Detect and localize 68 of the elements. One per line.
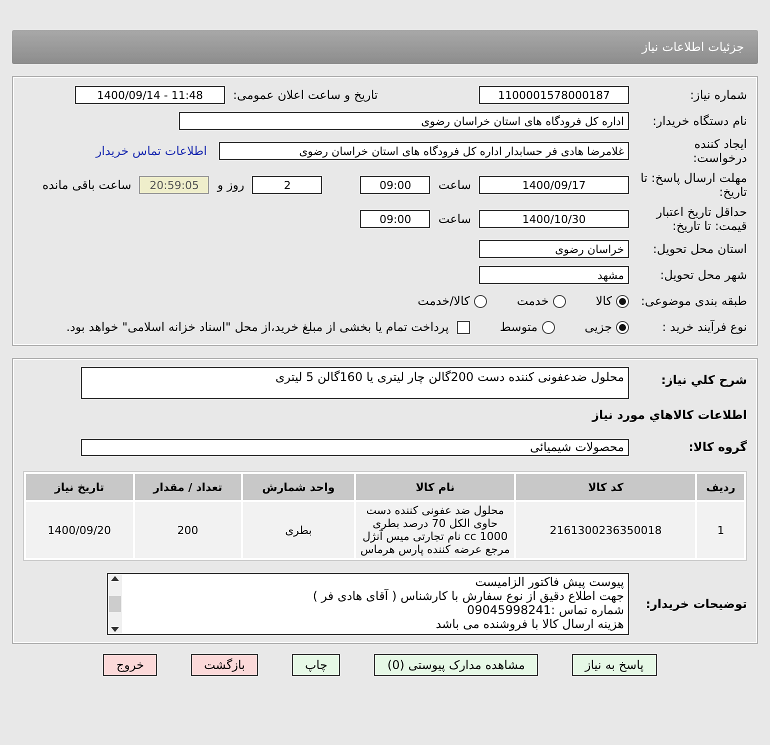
field-label: روز و bbox=[217, 178, 244, 192]
page-title-bar: جزئیات اطلاعات نیاز bbox=[12, 30, 758, 64]
action-button[interactable]: بازگشت bbox=[191, 654, 258, 676]
notes-line: شماره تماس :09045998241 bbox=[466, 603, 624, 617]
field-label: شرح کلي نیاز: bbox=[660, 373, 747, 387]
field-label: ایجاد کننده درخواست: bbox=[692, 137, 747, 165]
radio-button[interactable] bbox=[474, 294, 487, 308]
field-label: طبقه بندی موضوعی: bbox=[640, 294, 747, 308]
radio-label: جزیی bbox=[584, 320, 612, 334]
summary-field: محلول ضدعفونی کننده دست 200گالن چار لیتری یا 160گالن 5 لیتری bbox=[81, 367, 629, 399]
field-label: استان محل تحویل: bbox=[652, 242, 747, 256]
radio-button[interactable] bbox=[542, 320, 555, 334]
table-cell: 200 bbox=[134, 502, 241, 558]
notes-line: پیوست پیش فاکتور الزامیست bbox=[474, 575, 624, 589]
field-label: شهر محل تحویل: bbox=[659, 268, 747, 282]
column-header: تاریخ نیاز bbox=[26, 474, 133, 500]
column-header: کد کالا bbox=[516, 474, 696, 500]
field-label: حداقل تاریخ اعتبار قیمت: تا تاریخ: bbox=[654, 205, 747, 233]
field-label: مهلت ارسال پاسخ: تا تاریخ: bbox=[639, 171, 747, 199]
column-header: واحد شمارش bbox=[242, 474, 354, 500]
field-label: گروه کالا: bbox=[688, 440, 747, 454]
action-button[interactable]: خروج bbox=[103, 654, 157, 676]
announce-date-field: 1400/09/14 - 11:48 bbox=[75, 86, 225, 104]
remaining-time-field: 20:59:05 bbox=[139, 176, 210, 194]
field-label: تاریخ و ساعت اعلان عمومی: bbox=[233, 88, 378, 102]
buyer-org-field: اداره کل فرودگاه های استان خراسان رضوی bbox=[179, 112, 629, 130]
date-field: 1400/09/17 bbox=[479, 176, 629, 194]
column-header: ردیف bbox=[697, 474, 744, 500]
action-button[interactable]: مشاهده مدارک پیوستی (0) bbox=[374, 654, 538, 676]
need-number-field: 1100001578000187 bbox=[479, 86, 629, 104]
radio-button[interactable] bbox=[616, 320, 629, 334]
radio-label: کالا/خدمت bbox=[418, 294, 470, 308]
field-label: توضیحات خریدار: bbox=[644, 597, 747, 611]
radio-button[interactable] bbox=[616, 294, 629, 308]
action-button[interactable]: پاسخ به نیاز bbox=[572, 654, 657, 676]
field-label: شماره نیاز: bbox=[689, 88, 747, 102]
radio-label: خدمت bbox=[516, 294, 549, 308]
scrollbar[interactable] bbox=[108, 574, 122, 634]
radio-label: متوسط bbox=[500, 320, 538, 334]
goods-group-field: محصولات شیمیائی bbox=[81, 438, 629, 456]
field-label: ساعت باقی مانده bbox=[42, 178, 132, 192]
radio-label: کالا bbox=[596, 294, 612, 308]
section-title: اطلاعات کالاهاي مورد نیاز bbox=[592, 408, 747, 422]
date-field: 1400/10/30 bbox=[479, 210, 629, 228]
creator-field: غلامرضا هادی فر حسابدار اداره کل فرودگاه های استان خراسان رضوی bbox=[219, 142, 629, 160]
city-field: مشهد bbox=[479, 266, 629, 284]
province-field: خراسان رضوی bbox=[479, 240, 629, 258]
field-label: نوع فرآیند خرید : bbox=[661, 320, 747, 334]
payment-note: پرداخت تمام یا بخشی از مبلغ خرید،از محل "اسناد خزانه اسلامی" خواهد بود. bbox=[66, 320, 449, 334]
table-cell: بطری bbox=[242, 502, 354, 558]
notes-line: جهت اطلاع دقیق از نوع سفارش با کارشناس ( آقای هادی فر ) bbox=[312, 589, 624, 603]
days-field: 2 bbox=[252, 176, 322, 194]
table-cell: 1400/09/20 bbox=[26, 502, 133, 558]
field-label: نام دستگاه خریدار: bbox=[652, 114, 747, 128]
notes-line: هزینه ارسال کالا با فروشنده می باشد bbox=[434, 617, 624, 631]
radio-button[interactable] bbox=[552, 294, 566, 308]
action-button[interactable]: چاپ bbox=[292, 654, 340, 676]
field-label: ساعت bbox=[438, 212, 471, 226]
column-header: نام کالا bbox=[356, 474, 514, 500]
checkbox[interactable] bbox=[456, 320, 470, 334]
buyer-contact-link[interactable]: اطلاعات تماس خریدار bbox=[96, 144, 207, 158]
time-field: 09:00 bbox=[360, 176, 430, 194]
table-cell: 1 bbox=[697, 502, 744, 558]
time-field: 09:00 bbox=[360, 210, 430, 228]
table-cell: محلول ضد عفونی کننده دست حاوی الکل 70 درصد بطری 1000 cc نام تجارتی میس آنژل مرجع عرضه کننده پارس هرماس bbox=[356, 502, 514, 558]
field-label: ساعت bbox=[438, 178, 471, 192]
column-header: تعداد / مقدار bbox=[134, 474, 241, 500]
table-cell: 2161300236350018 bbox=[516, 502, 696, 558]
